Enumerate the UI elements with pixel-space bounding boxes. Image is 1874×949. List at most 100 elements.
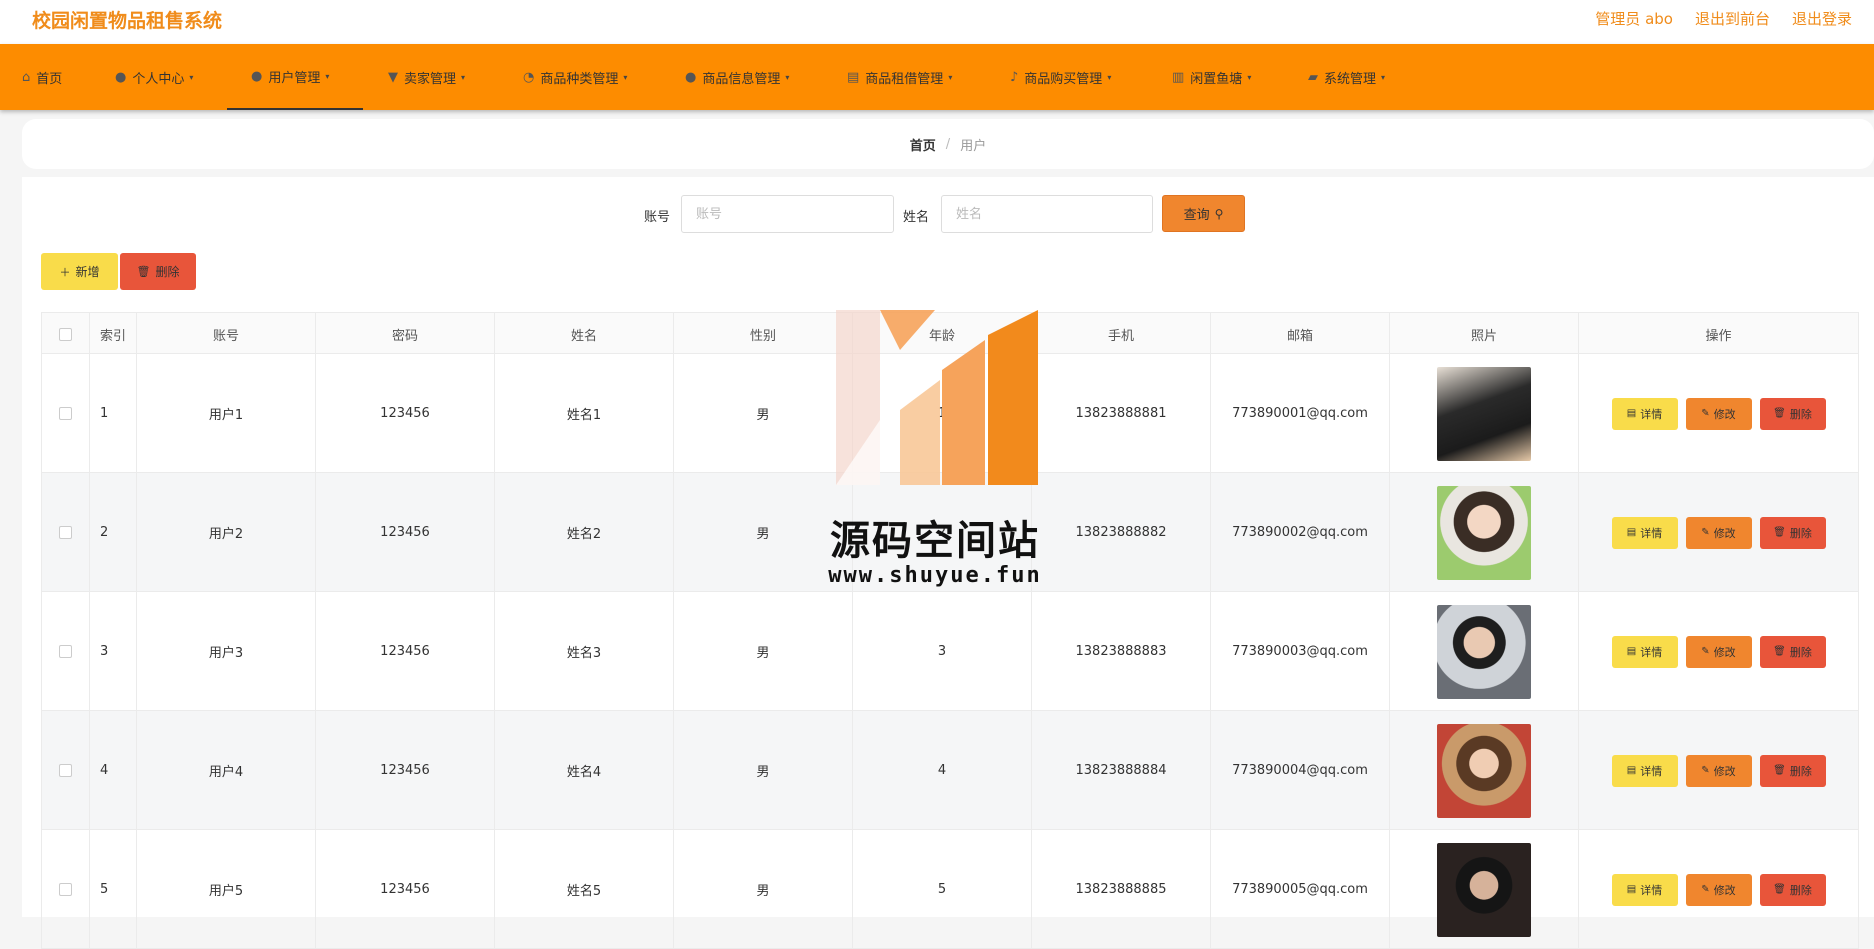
nav-item-purchase-management[interactable]: ♪ 商品购买管理 ▾	[1010, 44, 1111, 110]
cell-age: 5	[853, 830, 1032, 949]
chevron-down-icon: ▾	[325, 71, 330, 81]
nav-item-system-management[interactable]: ▰ 系统管理 ▾	[1308, 44, 1385, 110]
detail-button[interactable]: ▤ 详情	[1611, 873, 1678, 906]
query-button[interactable]: 查询 ⚲	[1162, 195, 1245, 232]
search-form: 账号 姓名	[0, 195, 1874, 233]
delete-button-label: 删除	[1789, 526, 1812, 540]
cell-password: 123456	[316, 711, 495, 830]
cell-phone: 13823888883	[1032, 592, 1211, 711]
row-select-cell	[42, 592, 90, 711]
cell-index: 5	[90, 830, 137, 949]
delete-button[interactable]: 🗑 删除	[1759, 516, 1826, 549]
detail-button[interactable]: ▤ 详情	[1611, 635, 1678, 668]
trash-icon: 🗑	[1773, 527, 1786, 538]
chevron-down-icon: ▾	[1107, 72, 1112, 82]
logout-link[interactable]: 退出登录	[1792, 8, 1852, 29]
cell-account: 用户3	[137, 592, 316, 711]
delete-button[interactable]: 🗑 删除	[1759, 873, 1826, 906]
file-icon: ▤	[1626, 884, 1637, 895]
detail-button[interactable]: ▤ 详情	[1611, 516, 1678, 549]
row-actions: ▤ 详情 ✎ 修改 🗑 删除	[1611, 397, 1826, 430]
row-checkbox[interactable]	[59, 764, 72, 777]
row-checkbox[interactable]	[59, 645, 72, 658]
row-checkbox[interactable]	[59, 526, 72, 539]
mic-icon: ♪	[1010, 69, 1019, 85]
trophy-icon: ▼	[388, 69, 398, 85]
chevron-down-icon: ▾	[623, 72, 628, 82]
photo-cell	[1390, 592, 1579, 711]
edit-button-label: 修改	[1713, 526, 1736, 540]
cell-phone: 13823888884	[1032, 711, 1211, 830]
nav-item-label: 商品种类管理	[540, 71, 619, 87]
header-account: 账号	[137, 313, 316, 355]
cell-age: 2	[853, 473, 1032, 592]
select-all-cell	[42, 313, 90, 355]
edit-button[interactable]: ✎ 修改	[1685, 754, 1752, 787]
nav-item-personal-center[interactable]: ● 个人中心 ▾	[115, 44, 193, 110]
cell-age: 3	[853, 592, 1032, 711]
header-gender: 性别	[674, 313, 853, 355]
delete-button[interactable]: 🗑 删除	[1759, 635, 1826, 668]
cell-gender: 男	[674, 711, 853, 830]
app-title: 校园闲置物品租售系统	[32, 10, 223, 32]
cell-index: 4	[90, 711, 137, 830]
edit-button-label: 修改	[1713, 883, 1736, 897]
select-all-checkbox[interactable]	[59, 327, 72, 341]
cell-email: 773890005@qq.com	[1211, 830, 1390, 949]
detail-button-label: 详情	[1640, 526, 1663, 540]
cell-name: 姓名1	[495, 354, 674, 473]
delete-button[interactable]: 🗑 删除	[1759, 397, 1826, 430]
cell-password: 123456	[316, 830, 495, 949]
edit-button[interactable]: ✎ 修改	[1685, 516, 1752, 549]
table-row: 1 用户1 123456 姓名1 男 1 13823888881 773890001@qq.c…	[41, 354, 1859, 473]
detail-button[interactable]: ▤ 详情	[1611, 397, 1678, 430]
delete-button-label: 删除	[1789, 764, 1812, 778]
add-button[interactable]: ＋ 新增	[41, 253, 118, 290]
nav-item-fish-pond[interactable]: ▥ 闲置鱼塘 ▾	[1172, 44, 1251, 110]
nav-item-user-management[interactable]: ● 用户管理 ▾	[227, 44, 363, 110]
cell-password: 123456	[316, 473, 495, 592]
account-search-input[interactable]	[681, 195, 894, 233]
row-checkbox[interactable]	[59, 407, 72, 420]
exit-to-front-link[interactable]: 退出到前台	[1695, 8, 1770, 29]
name-search-input[interactable]	[941, 195, 1153, 233]
file-icon: ▤	[1626, 527, 1637, 538]
row-checkbox[interactable]	[59, 883, 72, 896]
row-actions: ▤ 详情 ✎ 修改 🗑 删除	[1611, 516, 1826, 549]
delete-button[interactable]: 🗑 删除	[1759, 754, 1826, 787]
cell-gender: 男	[674, 830, 853, 949]
edit-button[interactable]: ✎ 修改	[1685, 397, 1752, 430]
cell-email: 773890004@qq.com	[1211, 711, 1390, 830]
add-button-label: 新增	[75, 265, 100, 279]
cell-phone: 13823888881	[1032, 354, 1211, 473]
header-password: 密码	[316, 313, 495, 355]
edit-button[interactable]: ✎ 修改	[1685, 873, 1752, 906]
breadcrumb-home[interactable]: 首页	[910, 135, 936, 154]
cell-account: 用户1	[137, 354, 316, 473]
actions-cell: ▤ 详情 ✎ 修改 🗑 删除	[1579, 711, 1858, 830]
cell-account: 用户4	[137, 711, 316, 830]
table-row: 4 用户4 123456 姓名4 男 4 13823888884 773890004@qq.c…	[41, 711, 1859, 830]
nav-item-goods-info-management[interactable]: ● 商品信息管理 ▾	[685, 44, 789, 110]
table-row: 3 用户3 123456 姓名3 男 3 13823888883 773890003@qq.c…	[41, 592, 1859, 711]
doc-icon: ▤	[847, 69, 860, 85]
nav-item-rental-management[interactable]: ▤ 商品租借管理 ▾	[847, 44, 952, 110]
nav-item-home[interactable]: ⌂ 首页	[22, 44, 62, 110]
user-icon: ●	[115, 69, 127, 85]
batch-delete-button[interactable]: 🗑 删除	[120, 253, 196, 290]
cell-index: 3	[90, 592, 137, 711]
cell-password: 123456	[316, 592, 495, 711]
photo-cell	[1390, 354, 1579, 473]
query-button-label: 查询	[1183, 208, 1210, 223]
nav-item-seller-management[interactable]: ▼ 卖家管理 ▾	[388, 44, 465, 110]
user-photo	[1437, 366, 1531, 461]
nav-item-label: 系统管理	[1324, 71, 1377, 87]
nav-item-category-management[interactable]: ◔ 商品种类管理 ▾	[523, 44, 627, 110]
header-phone: 手机	[1032, 313, 1211, 355]
edit-button[interactable]: ✎ 修改	[1685, 635, 1752, 668]
pencil-icon: ✎	[1701, 765, 1710, 776]
detail-button[interactable]: ▤ 详情	[1611, 754, 1678, 787]
admin-user-link[interactable]: 管理员 abo	[1595, 8, 1673, 29]
breadcrumb: 首页 / 用户	[22, 119, 1874, 169]
cell-account: 用户2	[137, 473, 316, 592]
